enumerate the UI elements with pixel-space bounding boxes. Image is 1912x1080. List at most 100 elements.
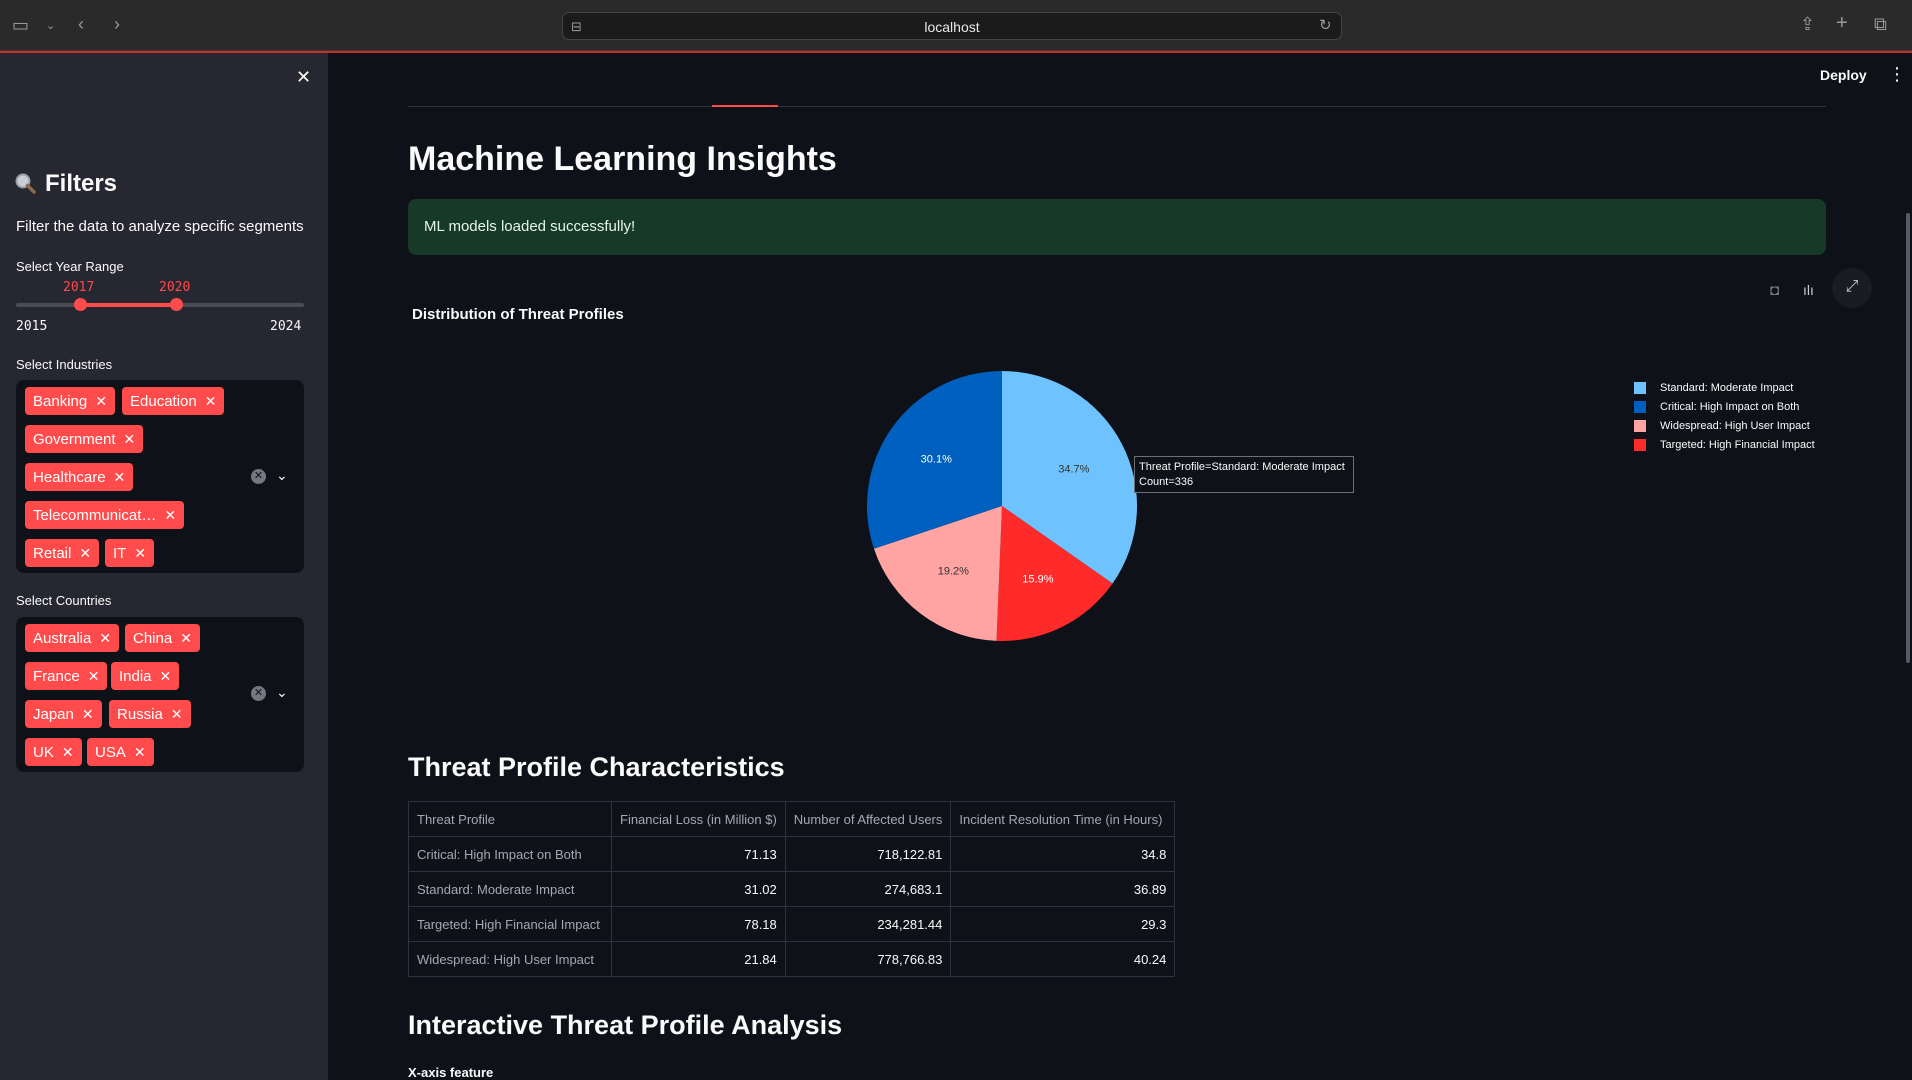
table-cell[interactable]: 34.8 <box>950 836 1176 872</box>
table-cell[interactable]: Critical: High Impact on Both <box>408 836 612 872</box>
bar-chart-icon[interactable]: ılı <box>1803 282 1814 298</box>
remove-tag-icon[interactable]: ✕ <box>180 624 192 652</box>
countries-label: Select Countries <box>16 593 112 608</box>
legend-label: Standard: Moderate Impact <box>1660 381 1794 394</box>
deploy-button[interactable]: Deploy <box>1820 67 1867 83</box>
remove-tag-icon[interactable]: ✕ <box>79 539 91 567</box>
legend-swatch <box>1634 419 1646 432</box>
country-tag[interactable]: Australia ✕ <box>25 624 120 652</box>
camera-icon[interactable]: ◘ <box>1770 282 1779 299</box>
remove-tag-icon[interactable]: ✕ <box>82 700 94 728</box>
year-range-high-thumb[interactable] <box>170 298 183 311</box>
chart-legend: Standard: Moderate Impact Critical: High … <box>1634 378 1874 454</box>
table-cell[interactable]: 71.13 <box>611 836 786 872</box>
year-range-min: 2015 <box>16 319 48 334</box>
table-cell[interactable]: 40.24 <box>950 941 1176 977</box>
table-cell[interactable]: 274,683.1 <box>784 871 952 907</box>
chevron-down-icon[interactable]: ⌄ <box>276 684 288 701</box>
column-header[interactable]: Financial Loss (in Million $) <box>611 801 786 837</box>
table-cell[interactable]: 31.02 <box>611 871 786 907</box>
legend-item[interactable]: Widespread: High User Impact <box>1634 416 1874 435</box>
address-bar[interactable]: ⊟ localhost ↻ <box>562 12 1342 40</box>
table-row: Standard: Moderate Impact 31.02 274,683.… <box>408 871 1176 907</box>
country-tag[interactable]: India ✕ <box>111 662 180 690</box>
country-tag[interactable]: China ✕ <box>125 624 200 652</box>
remove-tag-icon[interactable]: ✕ <box>99 624 111 652</box>
reload-icon[interactable]: ↻ <box>1319 17 1332 35</box>
clear-all-icon[interactable]: ✕ <box>251 469 266 484</box>
table-header-row: Threat Profile Financial Loss (in Millio… <box>408 801 1176 837</box>
more-options-icon[interactable]: ⋮ <box>1888 64 1906 85</box>
industry-tag[interactable]: Telecommunicat… ✕ <box>25 501 185 529</box>
share-icon[interactable]: ⇪ <box>1800 15 1815 33</box>
remove-tag-icon[interactable]: ✕ <box>205 387 217 415</box>
table-cell[interactable]: 718,122.81 <box>784 836 952 872</box>
countries-multiselect[interactable]: Australia ✕ China ✕ France ✕ India ✕ Japan ✕ … <box>16 617 304 772</box>
remove-tag-icon[interactable]: ✕ <box>88 662 100 690</box>
remove-tag-icon[interactable]: ✕ <box>160 662 172 690</box>
table-cell[interactable]: 78.18 <box>611 906 786 942</box>
legend-item[interactable]: Targeted: High Financial Impact <box>1634 435 1874 454</box>
slice-label: 30.1% <box>921 454 952 466</box>
industry-tag[interactable]: Government ✕ <box>25 425 144 453</box>
industry-tag[interactable]: Education ✕ <box>122 387 225 415</box>
column-header[interactable]: Threat Profile <box>408 801 612 837</box>
country-tag[interactable]: USA ✕ <box>87 738 154 766</box>
characteristics-table: Threat Profile Financial Loss (in Millio… <box>408 801 1176 977</box>
page-title: Machine Learning Insights <box>408 140 837 178</box>
table-cell[interactable]: 29.3 <box>950 906 1176 942</box>
chevron-down-icon[interactable]: ⌄ <box>276 467 288 484</box>
table-cell[interactable]: 234,281.44 <box>784 906 952 942</box>
back-icon[interactable]: ‹ <box>78 15 84 33</box>
forward-icon[interactable]: › <box>114 15 120 33</box>
interactive-title: Interactive Threat Profile Analysis <box>408 1010 843 1040</box>
table-cell[interactable]: Standard: Moderate Impact <box>408 871 612 907</box>
industries-multiselect[interactable]: Banking ✕ Education ✕ Government ✕ Healthca… <box>16 380 304 573</box>
industry-tag[interactable]: IT ✕ <box>105 539 155 567</box>
country-tag[interactable]: Japan ✕ <box>25 700 102 728</box>
table-cell[interactable]: 778,766.83 <box>784 941 952 977</box>
remove-tag-icon[interactable]: ✕ <box>134 539 146 567</box>
table-cell[interactable]: Targeted: High Financial Impact <box>408 906 612 942</box>
legend-label: Targeted: High Financial Impact <box>1660 438 1815 451</box>
country-tag[interactable]: France ✕ <box>25 662 108 690</box>
tabs-overview-icon[interactable]: ⧉ <box>1874 15 1887 33</box>
close-icon[interactable]: ✕ <box>296 67 311 88</box>
new-tab-icon[interactable]: + <box>1836 13 1848 33</box>
industry-tag[interactable]: Retail ✕ <box>25 539 100 567</box>
chevron-down-icon[interactable]: ⌄ <box>46 17 55 35</box>
year-range-low-thumb[interactable] <box>74 298 87 311</box>
scrollbar[interactable] <box>1906 213 1910 663</box>
industry-tag[interactable]: Healthcare ✕ <box>25 463 134 491</box>
year-range-high-value: 2020 <box>159 280 191 295</box>
sidebar-toggle-icon[interactable]: ▭ <box>12 16 29 34</box>
pie-chart[interactable]: 34.7% 15.9% 19.2% 30.1% <box>795 360 1215 660</box>
country-tag[interactable]: Russia ✕ <box>109 700 191 728</box>
remove-tag-icon[interactable]: ✕ <box>171 700 183 728</box>
industry-tag[interactable]: Banking ✕ <box>25 387 115 415</box>
table-cell[interactable]: Widespread: High User Impact <box>408 941 612 977</box>
column-header[interactable]: Number of Affected Users <box>784 801 952 837</box>
remove-tag-icon[interactable]: ✕ <box>164 501 176 529</box>
remove-tag-icon[interactable]: ✕ <box>124 425 136 453</box>
remove-tag-icon[interactable]: ✕ <box>95 387 107 415</box>
tooltip-line-2: Count=336 <box>1139 476 1194 488</box>
remove-tag-icon[interactable]: ✕ <box>114 463 126 491</box>
industries-label: Select Industries <box>16 357 113 372</box>
table-cell[interactable]: 36.89 <box>950 871 1176 907</box>
fullscreen-icon[interactable]: ⤢ <box>1832 268 1872 308</box>
tooltip-line-1: Threat Profile=Standard: Moderate Impact <box>1139 461 1345 473</box>
legend-swatch <box>1634 400 1646 413</box>
remove-tag-icon[interactable]: ✕ <box>134 738 146 766</box>
country-tag[interactable]: UK ✕ <box>25 738 82 766</box>
remove-tag-icon[interactable]: ✕ <box>62 738 74 766</box>
clear-all-icon[interactable]: ✕ <box>251 686 266 701</box>
legend-label: Critical: High Impact on Both <box>1660 400 1800 413</box>
x-axis-feature-label: X-axis feature <box>408 1065 494 1080</box>
year-range-low-value: 2017 <box>63 280 95 295</box>
tab-underline <box>408 106 1826 107</box>
column-header[interactable]: Incident Resolution Time (in Hours) <box>950 801 1176 837</box>
legend-item[interactable]: Critical: High Impact on Both <box>1634 397 1874 416</box>
table-cell[interactable]: 21.84 <box>611 941 786 977</box>
legend-item[interactable]: Standard: Moderate Impact <box>1634 378 1874 397</box>
